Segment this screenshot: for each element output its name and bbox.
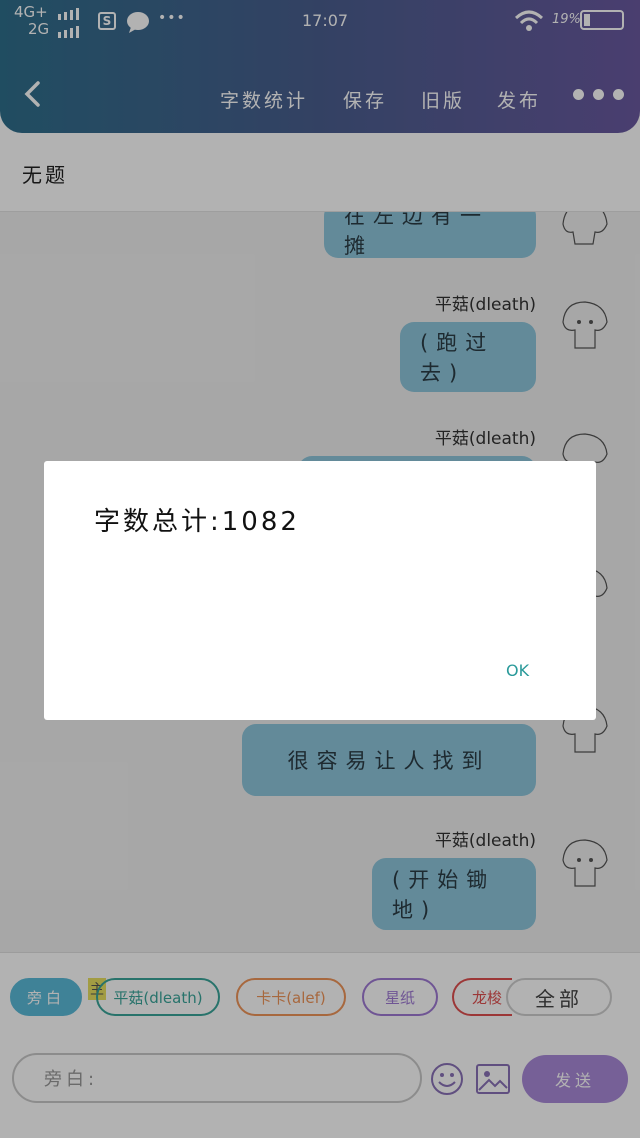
dialog-message: 字数总计:1082 xyxy=(94,507,300,537)
word-count-dialog: 字数总计:1082 OK xyxy=(44,461,596,720)
ok-button[interactable]: OK xyxy=(506,661,529,680)
